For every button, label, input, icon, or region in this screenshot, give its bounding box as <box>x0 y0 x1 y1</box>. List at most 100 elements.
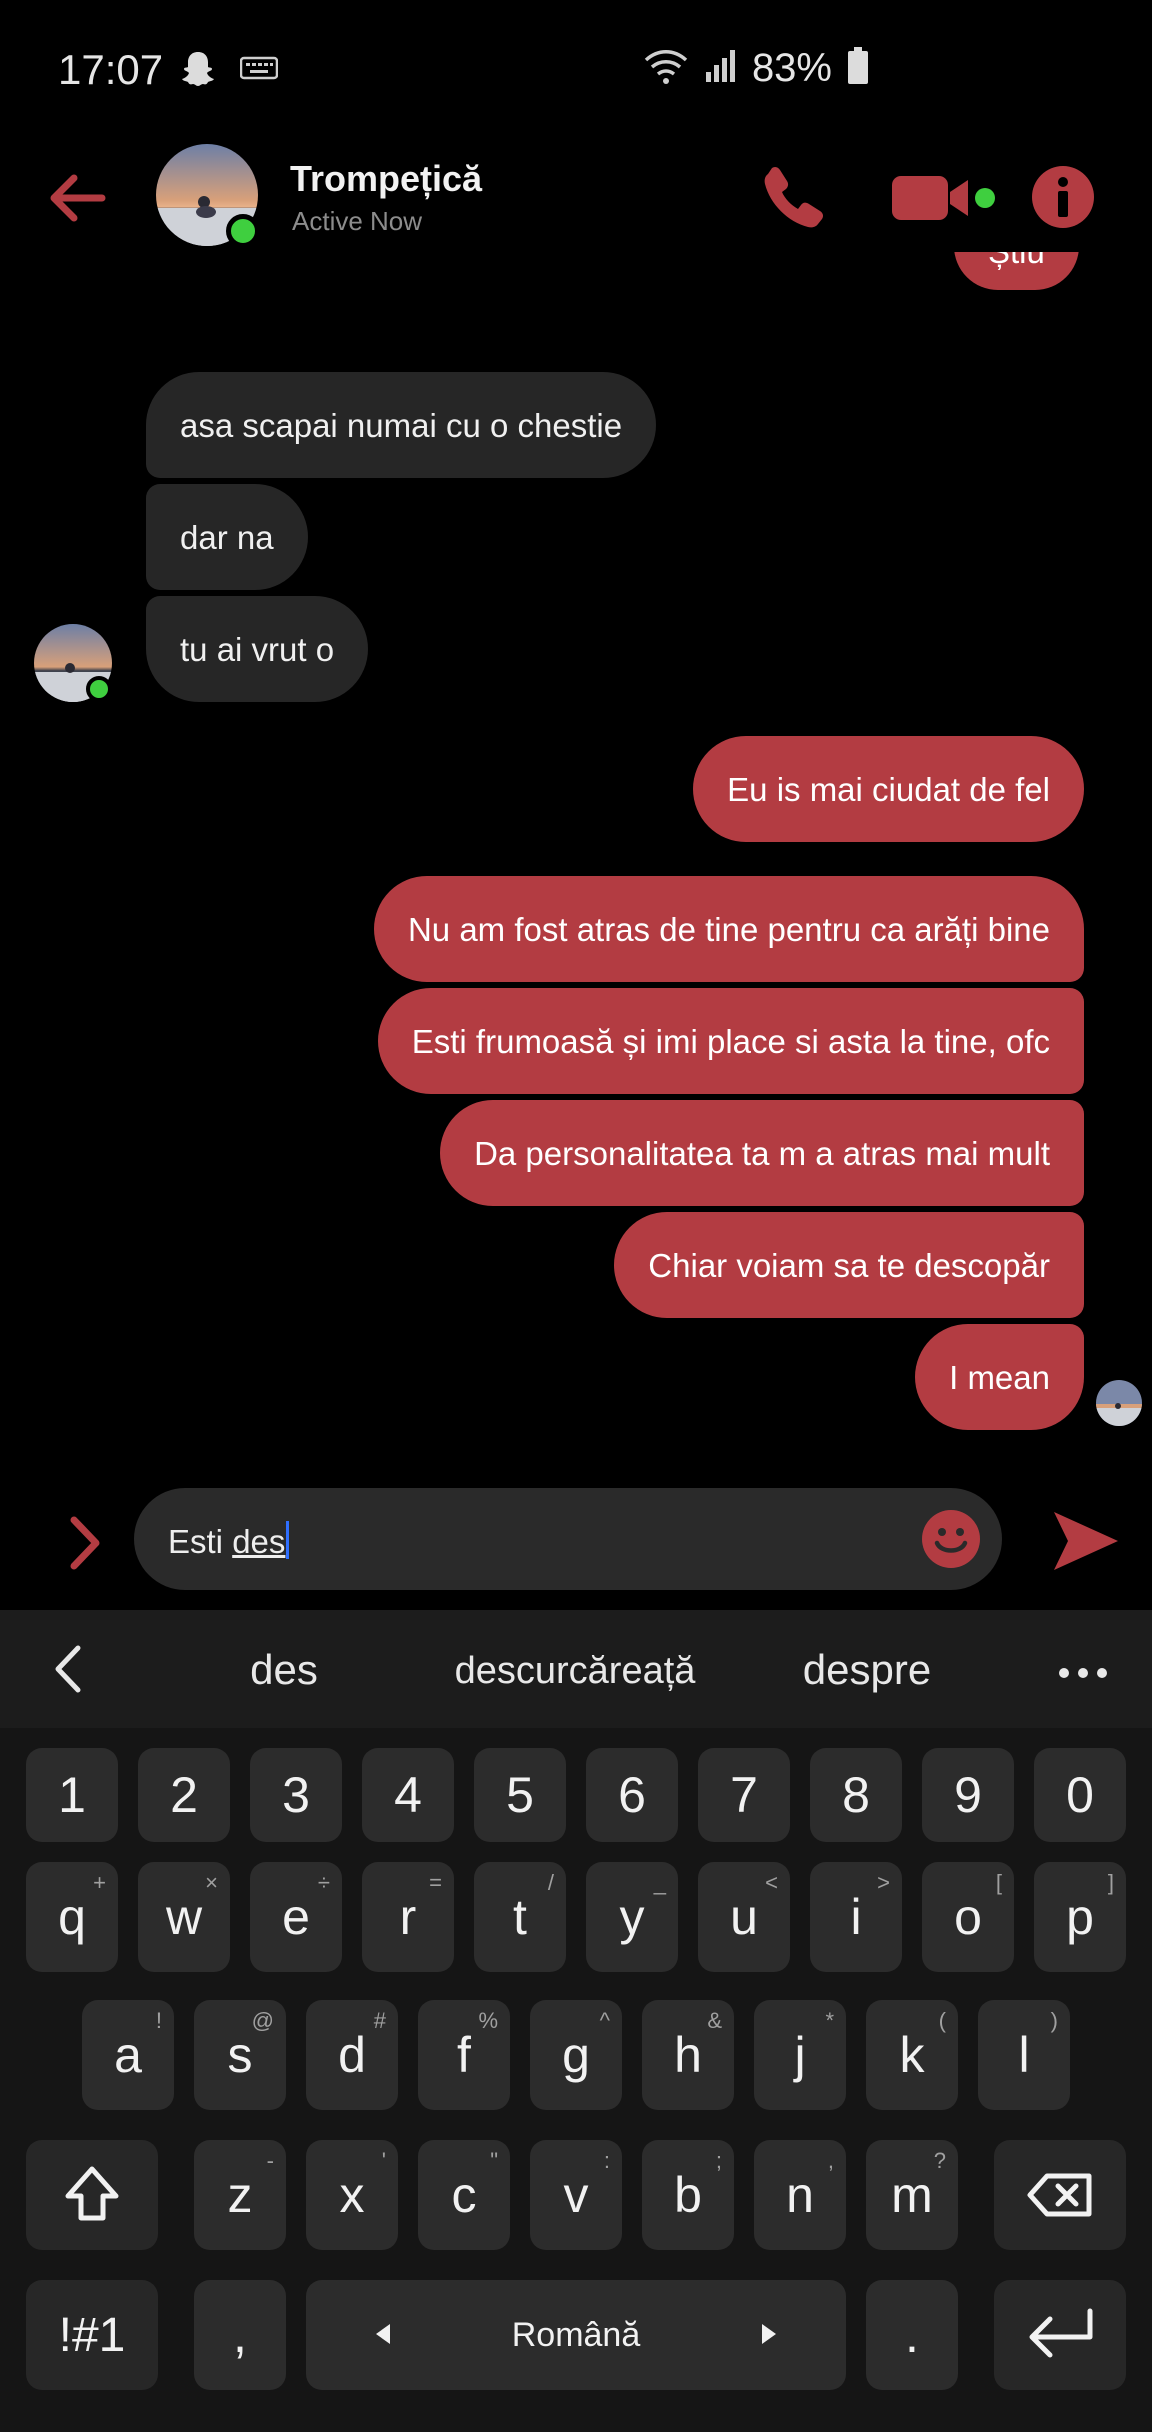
info-icon[interactable] <box>1030 164 1096 230</box>
key-y-secondary-label: _ <box>653 1870 666 1895</box>
key-o[interactable]: o[ <box>922 1862 1014 1972</box>
message-bubble-in[interactable]: asa scapai numai cu o chestie <box>146 372 657 478</box>
key-s[interactable]: s @ <box>194 2000 286 2110</box>
key-l-label: l <box>1018 2027 1030 2083</box>
key-v-label: v <box>563 2167 589 2223</box>
key-q[interactable]: q + <box>26 1862 118 1972</box>
message-input[interactable]: Esti des <box>134 1488 1002 1590</box>
phone-icon[interactable] <box>758 162 828 232</box>
key-t-label: t <box>513 1889 527 1945</box>
comma-key[interactable]: , <box>194 2280 286 2390</box>
key-n[interactable]: n, <box>754 2140 846 2250</box>
key-h-label: h <box>674 2027 702 2083</box>
key-z-label: z <box>227 2167 253 2223</box>
key-p-secondary-label: ] <box>1107 1870 1114 1895</box>
symbols-key[interactable]: !#1 <box>26 2280 158 2390</box>
backspace-key[interactable] <box>994 2140 1126 2250</box>
key-f[interactable]: f% <box>418 2000 510 2110</box>
message-bubble-out[interactable]: I mean <box>915 1324 1084 1430</box>
chevron-right-icon[interactable] <box>64 1514 108 1572</box>
key-i[interactable]: i > <box>810 1862 902 1972</box>
key-8[interactable]: 8 <box>810 1748 902 1842</box>
key-h-secondary-label: & <box>707 2008 722 2033</box>
key-p[interactable]: p] <box>1034 1862 1126 1972</box>
suggestion-bar: des descurcăreață despre <box>0 1610 1152 1728</box>
suggestion-1[interactable]: des <box>214 1646 354 1694</box>
key-u[interactable]: u < <box>698 1862 790 1972</box>
message-bubble-out[interactable]: Nu am fost atras de tine pentru ca arăți… <box>373 876 1084 982</box>
video-call-icon[interactable] <box>890 170 1000 226</box>
online-indicator <box>226 214 260 248</box>
key-h[interactable]: h & <box>642 2000 734 2110</box>
key-b[interactable]: b; <box>642 2140 734 2250</box>
send-icon[interactable] <box>1050 1508 1120 1574</box>
key-v[interactable]: v: <box>530 2140 622 2250</box>
key-3-label: 3 <box>282 1767 310 1823</box>
key-w[interactable]: w × <box>138 1862 230 1972</box>
space-key[interactable]: Română <box>306 2280 846 2390</box>
key-3[interactable]: 3 <box>250 1748 342 1842</box>
status-bar: 17:07 83% <box>0 0 1152 140</box>
key-9[interactable]: 9 <box>922 1748 1014 1842</box>
key-f-secondary-label: % <box>478 2008 498 2033</box>
key-s-label: s <box>227 2027 253 2083</box>
suggestion-2[interactable]: descurcăreață <box>430 1650 720 1693</box>
key-4[interactable]: 4 <box>362 1748 454 1842</box>
key-5[interactable]: 5 <box>474 1748 566 1842</box>
key-w-secondary-label: × <box>205 1870 218 1895</box>
suggestion-3[interactable]: despre <box>782 1646 952 1694</box>
shift-arrow-icon <box>65 2166 119 2221</box>
key-a[interactable]: a! <box>82 2000 174 2110</box>
key-y[interactable]: y _ <box>586 1862 678 1972</box>
message-bubble-out[interactable]: Da personalitatea ta m a atras mai mult <box>440 1100 1084 1206</box>
emoji-icon[interactable] <box>920 1508 982 1570</box>
key-c[interactable]: c " <box>418 2140 510 2250</box>
more-options-icon[interactable] <box>1058 1666 1108 1678</box>
key-6[interactable]: 6 <box>586 1748 678 1842</box>
key-n-secondary-label: , <box>827 2148 834 2173</box>
input-composing-text: des <box>232 1523 286 1560</box>
key-r[interactable]: r = <box>362 1862 454 1972</box>
key-g-secondary-label: ^ <box>599 2008 610 2033</box>
key-k[interactable]: k( <box>866 2000 958 2110</box>
key-m[interactable]: m? <box>866 2140 958 2250</box>
key-e-secondary-label: ÷ <box>317 1870 330 1895</box>
back-arrow-icon[interactable] <box>44 166 108 230</box>
message-bubble-out[interactable]: Chiar voiam sa te descopăr <box>614 1212 1084 1318</box>
message-list[interactable]: Știu asa scapai numai cu o chestie dar n… <box>0 252 1152 1432</box>
chevron-left-icon[interactable] <box>48 1644 88 1694</box>
key-t[interactable]: t / <box>474 1862 566 1972</box>
symbols-key-label: !#1 <box>58 2308 126 2362</box>
key-d[interactable]: d # <box>306 2000 398 2110</box>
key-7[interactable]: 7 <box>698 1748 790 1842</box>
contact-name[interactable]: Trompețică <box>290 158 482 200</box>
key-e[interactable]: e ÷ <box>250 1862 342 1972</box>
enter-icon <box>1029 2308 1093 2358</box>
key-l[interactable]: l) <box>978 2000 1070 2110</box>
key-o-secondary-label: [ <box>995 1870 1002 1895</box>
enter-key[interactable] <box>994 2280 1126 2390</box>
message-bubble-out[interactable]: Eu is mai ciudat de fel <box>693 736 1084 842</box>
key-j[interactable]: j * <box>754 2000 846 2110</box>
message-bubble-out[interactable]: Esti frumoasă și imi place si asta la ti… <box>377 988 1084 1094</box>
key-m-secondary-label: ? <box>933 2148 946 2173</box>
key-7-label: 7 <box>730 1767 758 1823</box>
message-bubble-in[interactable]: dar na <box>146 484 308 590</box>
message-bubble-out[interactable]: Știu <box>954 252 1079 290</box>
signal-icon <box>704 48 738 89</box>
active-status: Active Now <box>292 206 423 236</box>
battery-icon <box>846 46 870 91</box>
message-bubble-in[interactable]: tu ai vrut o <box>146 596 369 702</box>
key-y-label: y <box>619 1889 645 1945</box>
key-g[interactable]: g ^ <box>530 2000 622 2110</box>
shift-key[interactable] <box>26 2140 158 2250</box>
key-x[interactable]: x ' <box>306 2140 398 2250</box>
key-0[interactable]: 0 <box>1034 1748 1126 1842</box>
key-1[interactable]: 1 <box>26 1748 118 1842</box>
key-f-label: f <box>457 2027 471 2083</box>
key-z[interactable]: z- <box>194 2140 286 2250</box>
key-m-label: m <box>891 2167 933 2223</box>
period-key[interactable]: . <box>866 2280 958 2390</box>
key-2[interactable]: 2 <box>138 1748 230 1842</box>
key-a-secondary-label: ! <box>155 2008 162 2033</box>
